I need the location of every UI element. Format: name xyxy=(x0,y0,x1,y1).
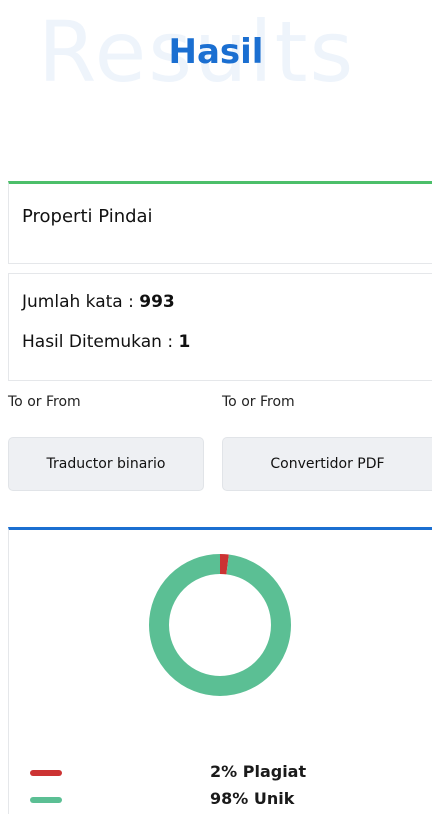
legend-swatch-plagiat xyxy=(30,770,62,776)
page-title: Hasil xyxy=(168,32,264,72)
results-header: Results Hasil xyxy=(0,0,432,150)
results-found-value: 1 xyxy=(178,332,191,352)
legend-item-unik: 98% Unik xyxy=(30,789,420,811)
legend-item-plagiat: 2% Plagiat xyxy=(30,762,420,784)
results-page: Results Hasil Properti Pindai Jumlah kat… xyxy=(0,0,432,814)
scan-properties-label: Properti Pindai xyxy=(22,206,153,227)
scan-stats-card: Jumlah kata : 993 Hasil Ditemukan : 1 xyxy=(8,273,432,381)
donut-slice-unik xyxy=(149,554,291,696)
word-count: Jumlah kata : 993 xyxy=(22,292,175,312)
results-found: Hasil Ditemukan : 1 xyxy=(22,332,190,352)
legend-label-plagiat: 2% Plagiat xyxy=(210,762,307,781)
pdf-converter-button[interactable]: Convertidor PDF xyxy=(222,437,432,491)
legend-swatch-unik xyxy=(30,797,62,803)
scan-properties-card: Properti Pindai xyxy=(8,181,432,264)
tool-caption-binary: To or From xyxy=(8,394,81,410)
legend-label-unik: 98% Unik xyxy=(210,789,295,808)
word-count-value: 993 xyxy=(139,292,175,312)
word-count-label: Jumlah kata : xyxy=(22,292,140,312)
binary-translator-button[interactable]: Traductor binario xyxy=(8,437,204,491)
donut-slices xyxy=(149,554,291,696)
results-found-label: Hasil Ditemukan : xyxy=(22,332,179,352)
tool-caption-pdf: To or From xyxy=(222,394,295,410)
plagiarism-donut-chart xyxy=(149,554,291,696)
